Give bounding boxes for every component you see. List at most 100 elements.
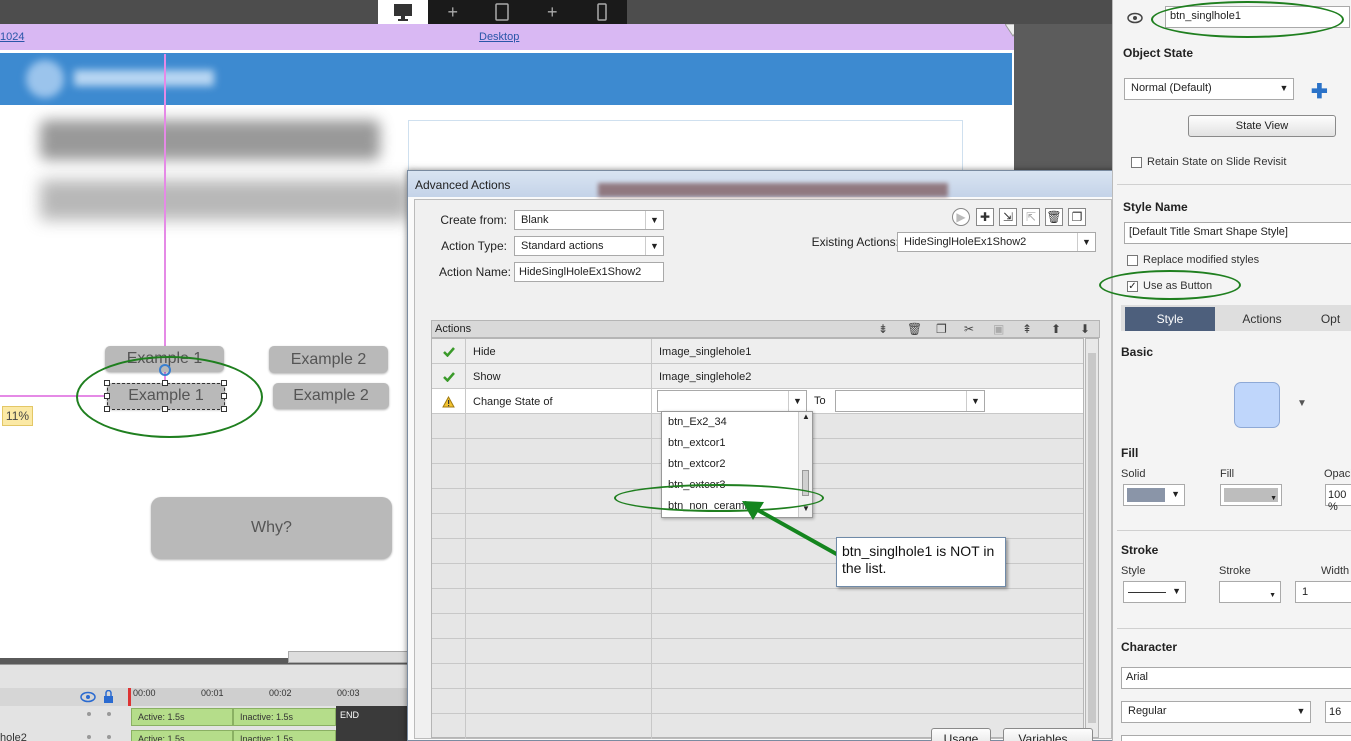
eye-icon[interactable] — [1127, 12, 1143, 24]
variables-button[interactable]: Variables... — [1003, 728, 1093, 741]
chevron-down-icon[interactable]: ▼ — [1297, 398, 1307, 409]
dialog-body: Create from: Blank ▼ Action Type: Standar… — [414, 199, 1112, 741]
existing-actions-label: Existing Actions: — [811, 235, 899, 249]
add-state-icon[interactable]: ✚ — [1311, 79, 1328, 104]
eye-icon[interactable] — [80, 691, 96, 703]
lock-icon[interactable] — [103, 690, 114, 704]
font-style-select[interactable]: Regular ▼ — [1121, 701, 1311, 723]
preview-play-icon[interactable]: ▶ — [952, 208, 970, 226]
tab-actions[interactable]: Actions — [1217, 307, 1307, 331]
create-from-select[interactable]: Blank ▼ — [514, 210, 664, 230]
list-item[interactable]: btn_extcor1 — [668, 437, 725, 449]
usage-button[interactable]: Usage — [931, 728, 991, 741]
mobile-device-icon[interactable] — [577, 0, 627, 24]
to-label: To — [814, 395, 826, 407]
add-row-icon[interactable]: ⇟ — [878, 322, 888, 336]
opacity-label: Opaci — [1324, 468, 1351, 480]
timeline-ruler[interactable]: 00:00 00:01 00:02 00:03 — [128, 688, 408, 706]
timeline-bar-active[interactable]: Active: 1.5s — [131, 708, 233, 726]
state-view-button[interactable]: State View — [1188, 115, 1336, 137]
style-name-select[interactable]: [Default Title Smart Shape Style] — [1124, 222, 1351, 244]
list-item[interactable]: btn_extcor2 — [668, 458, 725, 470]
actions-scrollbar[interactable] — [1085, 338, 1099, 738]
stroke-style-select[interactable]: ▼ — [1123, 581, 1186, 603]
opacity-input[interactable]: 100 % — [1325, 484, 1351, 513]
insert-row-icon[interactable]: ⇞ — [1022, 322, 1032, 336]
move-up-icon[interactable]: ⬆ — [1051, 322, 1061, 336]
trash-icon[interactable]: 🗑 — [907, 322, 922, 336]
chevron-down-icon: ▼ — [1077, 233, 1095, 251]
desktop-device-icon[interactable] — [378, 0, 428, 24]
existing-actions-select[interactable]: HideSinglHoleEx1Show2 ▼ — [897, 232, 1096, 252]
timeline-bar-inactive[interactable]: Inactive: 1.5s — [233, 730, 336, 741]
font-size-input[interactable]: 16 — [1325, 701, 1351, 723]
action-cell[interactable]: Show — [466, 364, 652, 389]
font-family-select[interactable]: Arial — [1121, 667, 1351, 689]
breakpoint-1024-link[interactable]: 1024 — [0, 31, 24, 43]
example2-button[interactable]: Example 2 — [273, 383, 389, 409]
action-cell[interactable]: Hide — [466, 339, 652, 364]
list-item[interactable]: btn_Ex2_34 — [668, 416, 727, 428]
object-state-select[interactable]: Normal (Default) ▼ — [1124, 78, 1294, 100]
stroke-color-picker[interactable]: ▼ — [1219, 581, 1281, 603]
table-row[interactable] — [432, 639, 1083, 664]
add-breakpoint-button[interactable]: + — [428, 0, 478, 24]
replace-modified-checkbox[interactable] — [1127, 255, 1138, 266]
why-button[interactable]: Why? — [151, 497, 392, 559]
table-row[interactable] — [432, 664, 1083, 689]
duplicate-action-icon[interactable]: ❐ — [1068, 208, 1086, 226]
chevron-down-icon: ▼ — [1279, 83, 1289, 93]
stroke-heading: Stroke — [1121, 543, 1159, 557]
table-row[interactable]: Show Image_singlehole2 — [432, 364, 1083, 389]
green-arrow-icon — [742, 501, 841, 558]
stage-horizontal-scrollbar[interactable] — [288, 651, 408, 663]
timeline-bar-inactive[interactable]: Inactive: 1.5s — [233, 708, 336, 726]
tab-options[interactable]: Opt — [1309, 307, 1351, 331]
fill-color-picker[interactable]: ▼ — [1220, 484, 1282, 506]
visibility-dot[interactable] — [87, 735, 91, 739]
table-row[interactable] — [432, 689, 1083, 714]
table-row[interactable] — [432, 589, 1083, 614]
breakpoint-desktop-link[interactable]: Desktop — [479, 31, 519, 43]
cut-icon[interactable]: ✂ — [964, 322, 974, 336]
fill-type-select[interactable]: ▼ — [1123, 484, 1185, 506]
tablet-device-icon[interactable] — [478, 0, 528, 24]
paste-icon[interactable]: ▣ — [993, 322, 1004, 336]
replace-modified-label: Replace modified styles — [1143, 254, 1260, 266]
import-icon[interactable]: ⇲ — [999, 208, 1017, 226]
stroke-style-label: Style — [1121, 565, 1146, 577]
export-icon[interactable]: ⇱ — [1022, 208, 1040, 226]
tab-style[interactable]: Style — [1125, 307, 1215, 331]
stroke-width-input[interactable]: 1 — [1295, 581, 1351, 603]
example2-button-top[interactable]: Example 2 — [269, 346, 388, 373]
table-row[interactable]: Hide Image_singlehole1 — [432, 339, 1083, 364]
delete-action-icon[interactable]: 🗑 — [1045, 208, 1063, 226]
ruler-tick-label: 00:00 — [133, 688, 156, 698]
scroll-up-icon[interactable]: ▲ — [802, 412, 810, 421]
timeline-bar-active[interactable]: Active: 1.5s — [131, 730, 233, 741]
retain-state-checkbox[interactable] — [1131, 157, 1142, 168]
copy-icon[interactable]: ❐ — [936, 322, 947, 336]
guide-line-vertical — [164, 54, 166, 390]
action-type-select[interactable]: Standard actions ▼ — [514, 236, 664, 256]
visibility-dot[interactable] — [87, 712, 91, 716]
retain-state-label: Retain State on Slide Revisit — [1147, 156, 1287, 168]
fill-heading: Fill — [1121, 446, 1139, 460]
check-icon — [432, 339, 466, 364]
action-name-input[interactable]: HideSinglHoleEx1Show2 — [514, 262, 664, 282]
ruler-tick-label: 00:02 — [269, 688, 292, 698]
action-cell[interactable]: Change State of — [466, 389, 652, 414]
timeline-row-name[interactable]: hole2 — [0, 732, 27, 741]
plus-icon: + — [547, 1, 558, 22]
state-object-select[interactable]: ▼ — [657, 390, 807, 412]
target-cell[interactable]: Image_singlehole1 — [652, 339, 1083, 364]
lock-dot[interactable] — [107, 712, 111, 716]
table-row[interactable] — [432, 614, 1083, 639]
add-action-icon[interactable]: ✚ — [976, 208, 994, 226]
state-to-select[interactable]: ▼ — [835, 390, 985, 412]
lock-dot[interactable] — [107, 735, 111, 739]
target-cell[interactable]: Image_singlehole2 — [652, 364, 1083, 389]
shape-style-preview[interactable] — [1234, 382, 1280, 428]
move-down-icon[interactable]: ⬇ — [1080, 322, 1090, 336]
add-breakpoint-button-2[interactable]: + — [527, 0, 577, 24]
